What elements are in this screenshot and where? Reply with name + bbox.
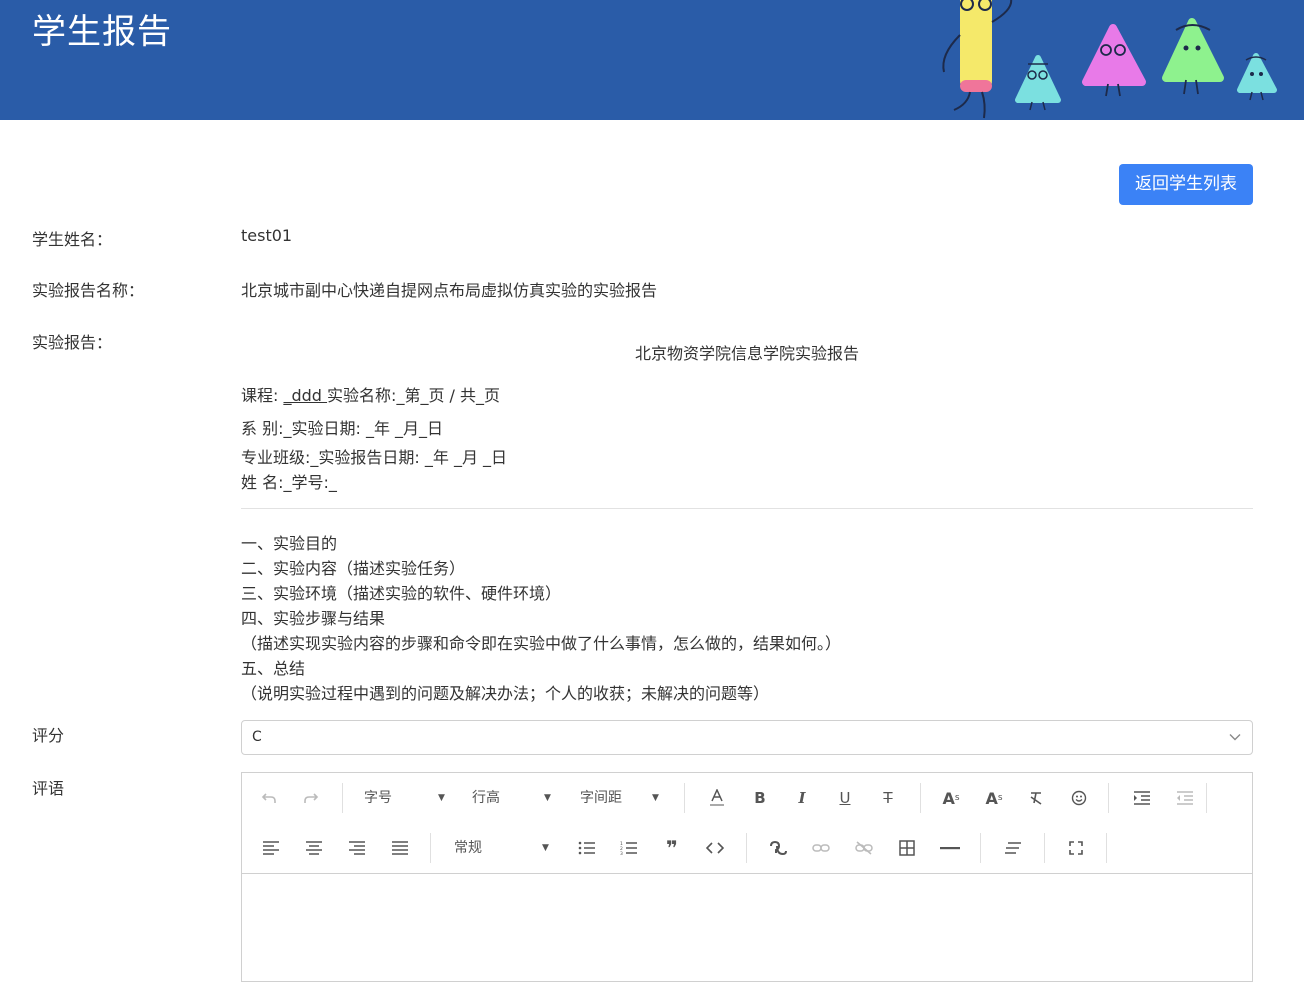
chevron-down-icon [1229,734,1241,741]
emoji-icon[interactable] [1064,783,1094,813]
font-color-icon[interactable] [702,783,732,813]
undo-icon[interactable] [254,783,284,813]
report-section: 二、实验内容（描述实验任务） [241,559,466,578]
toolbar-separator [342,783,343,813]
letter-spacing-label: 字间距 [580,790,622,806]
line-height-label: 行高 [472,790,500,806]
line-height-dropdown[interactable]: 行高 ▼ [472,783,556,813]
back-to-student-list-button[interactable]: 返回学生列表 [1119,164,1253,205]
report-section: 一、实验目的 [241,534,338,553]
link-disabled-icon[interactable] [806,833,836,863]
department-line: 系 别:_实验日期: _年 _月_日 [241,419,444,438]
numbered-list-icon[interactable]: 123 [614,833,644,863]
link-icon[interactable] [763,833,793,863]
redo-icon[interactable] [296,783,326,813]
report-section: （说明实验过程中遇到的问题及解决办法；个人的收获；未解决的问题等） [241,684,770,703]
bullet-list-icon[interactable] [572,833,602,863]
subscript-icon[interactable]: As [979,783,1009,813]
code-icon[interactable] [700,833,730,863]
unlink-icon[interactable] [849,833,879,863]
report-title: 北京物资学院信息学院实验报告 [634,344,859,363]
svg-text:3: 3 [620,851,623,855]
grade-selected-value: C [252,729,262,745]
paragraph-format-dropdown[interactable]: 常规 ▼ [454,833,554,863]
underline-icon[interactable]: U [830,783,860,813]
toolbar-separator [1108,783,1109,813]
report-label: 实验报告： [32,333,113,352]
page-header: 学生报告 [0,0,1304,120]
outdent-icon[interactable] [1170,783,1200,813]
report-section: 三、实验环境（描述实验的软件、硬件环境） [241,584,562,603]
class-line: 专业班级:_实验报告日期: _年 _月 _日 [241,448,508,467]
student-name-label: 学生姓名： [32,230,113,249]
course-prefix: 课程: [241,386,284,405]
toolbar-separator [1206,783,1207,813]
horizontal-rule-icon[interactable] [935,833,965,863]
toolbar-separator [746,833,747,863]
letter-spacing-dropdown[interactable]: 字间距 ▼ [580,783,664,813]
align-right-icon[interactable] [342,833,372,863]
superscript-icon[interactable]: As [936,783,966,813]
comment-editor[interactable]: 字号 ▼ 行高 ▼ 字间距 ▼ B I U T As As 常规 ▼ 123 ❞ [241,772,1253,982]
report-name-value: 北京城市副中心快递自提网点布局虚拟仿真实验的实验报告 [241,281,658,300]
toolbar-separator [920,783,921,813]
clear-icon[interactable] [998,833,1028,863]
italic-icon[interactable]: I [787,783,817,813]
toolbar-separator [1106,833,1107,863]
toolbar-separator [1044,833,1045,863]
mascot-illustration [942,0,1277,119]
caret-down-icon: ▼ [652,793,659,803]
report-name-label: 实验报告名称： [32,281,145,300]
report-section: （描述实现实验内容的步骤和命令即在实验中做了什么事情，怎么做的，结果如何。） [241,634,842,653]
blockquote-icon[interactable]: ❞ [657,833,687,863]
course-line: 课程: _ddd 实验名称:_第_页 / 共_页 [241,382,500,406]
font-size-dropdown[interactable]: 字号 ▼ [364,783,448,813]
report-section: 四、实验步骤与结果 [241,609,386,628]
align-justify-icon[interactable] [385,833,415,863]
grade-label: 评分 [32,726,65,745]
toolbar-separator [980,833,981,863]
font-size-label: 字号 [364,790,392,806]
clear-format-icon[interactable] [1021,783,1051,813]
align-center-icon[interactable] [299,833,329,863]
name-line: 姓 名:_学号:_ [241,473,337,492]
page-title: 学生报告 [32,12,172,52]
caret-down-icon: ▼ [544,793,551,803]
table-icon[interactable] [892,833,922,863]
editor-toolbar: 字号 ▼ 行高 ▼ 字间距 ▼ B I U T As As 常规 ▼ 123 ❞ [242,773,1252,874]
toolbar-separator [684,783,685,813]
comment-label: 评语 [32,779,65,798]
indent-icon[interactable] [1127,783,1157,813]
report-divider [241,508,1253,509]
student-name-value: test01 [241,226,293,245]
comment-textarea[interactable] [242,875,1252,983]
paragraph-format-label: 常规 [454,840,482,856]
toolbar-separator [430,833,431,863]
grade-select[interactable]: C [241,720,1253,755]
bold-icon[interactable]: B [745,783,775,813]
align-left-icon[interactable] [256,833,286,863]
caret-down-icon: ▼ [542,843,549,853]
course-value: _ddd [283,386,328,405]
caret-down-icon: ▼ [438,793,445,803]
course-rest: 实验名称:_第_页 / 共_页 [327,386,501,405]
report-section: 五、总结 [241,659,306,678]
fullscreen-icon[interactable] [1061,833,1091,863]
strikethrough-icon[interactable]: T [873,783,903,813]
